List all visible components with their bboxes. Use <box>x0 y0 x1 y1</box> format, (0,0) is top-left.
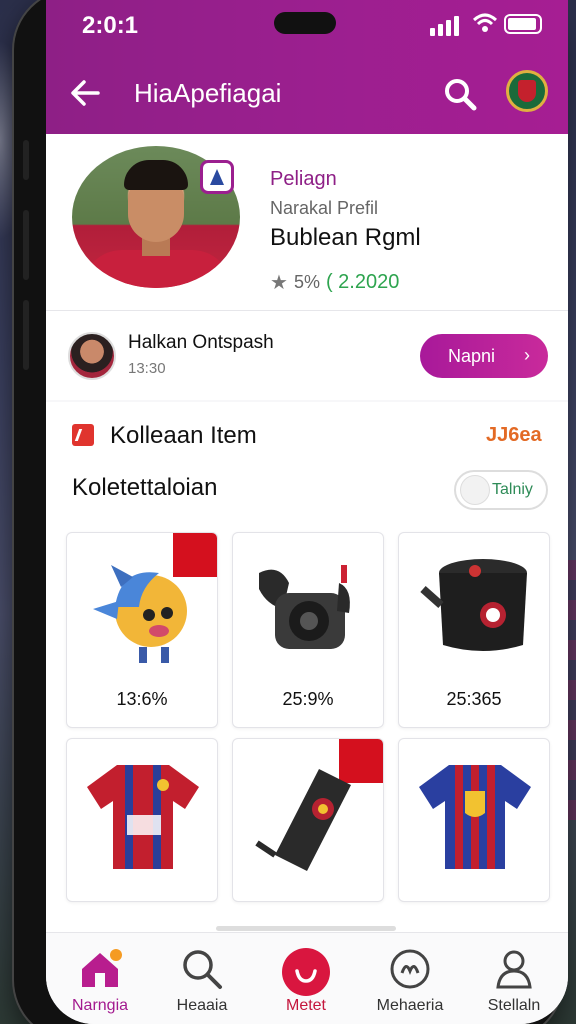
profile-name: Bublean Rgml <box>270 224 421 251</box>
star-icon: ★ <box>270 272 288 294</box>
mascot-figure-icon <box>93 565 187 663</box>
bottom-nav: Narngia Heaaia Metet Mehaeria Stellaln <box>46 932 568 1024</box>
seller-name[interactable]: Halkan Ontspash <box>128 332 274 354</box>
jersey-icon <box>87 765 199 869</box>
nav-item-history[interactable]: Mehaeria <box>360 943 460 1023</box>
toggle-label: Talniy <box>492 481 533 498</box>
wifi-icon <box>472 13 498 32</box>
action-button-label: Napni <box>448 345 496 366</box>
search-icon <box>183 950 222 989</box>
rating-text: 5% <box>293 272 320 292</box>
divider <box>46 310 568 311</box>
seller-time: 13:30 <box>128 360 166 377</box>
nav-label: Metet <box>285 997 326 1014</box>
nav-label: Narngia <box>71 997 129 1014</box>
scarf-icon <box>255 769 351 871</box>
profile-rating: ★ 5% ( 2.2020 <box>270 270 399 295</box>
chat-icon <box>282 948 330 996</box>
filter-toggle[interactable]: Talniy <box>454 470 548 510</box>
collection-count: JJ6ea <box>486 424 542 446</box>
collection-section: Kolleaan Item JJ6ea Koletettaloian Talni… <box>46 402 568 932</box>
signal-icon <box>430 14 459 36</box>
item-card-jersey[interactable] <box>66 738 218 902</box>
clock-icon <box>390 949 430 989</box>
profile-subtitle: Narakal Prefil <box>270 198 379 218</box>
item-card-jersey[interactable] <box>398 738 550 902</box>
rating-score: ( 2.2020 <box>325 271 400 293</box>
nav-label: Stellaln <box>487 997 541 1014</box>
nav-label: Heaaia <box>176 997 228 1014</box>
nav-item-profile[interactable]: Stellaln <box>464 943 564 1023</box>
collection-title: Kolleaan Item <box>110 422 257 449</box>
seller-avatar[interactable] <box>68 332 116 380</box>
item-price: 25:9% <box>282 689 334 709</box>
dynamic-island <box>274 12 336 34</box>
item-price: 13:6% <box>116 689 168 709</box>
back-arrow-icon[interactable] <box>68 76 102 110</box>
side-button <box>23 300 29 370</box>
home-icon <box>82 949 122 987</box>
side-button <box>23 140 29 180</box>
item-card-camera[interactable]: 25:9% <box>232 532 384 728</box>
page-title: HiaApefiagai <box>134 78 282 108</box>
item-price: 25:365 <box>446 689 502 709</box>
item-card-mascot[interactable]: 13:6% <box>66 532 218 728</box>
profile-icon <box>496 950 532 989</box>
club-crest-icon[interactable] <box>506 70 548 112</box>
search-icon[interactable] <box>442 76 478 112</box>
collection-icon <box>72 424 94 446</box>
jersey-icon <box>419 765 531 869</box>
side-button <box>23 210 29 280</box>
nav-item-search[interactable]: Heaaia <box>152 943 252 1023</box>
verified-badge-icon <box>200 160 234 194</box>
status-bar: 2:0:1 <box>46 0 568 50</box>
status-time: 2:0:1 <box>82 12 139 39</box>
phone-frame: 2:0:1 HiaApefiagai Peliagn Narakal Prefi… <box>14 0 568 1024</box>
battery-icon <box>504 14 542 34</box>
app-bar: HiaApefiagai <box>46 60 568 130</box>
toggle-knob <box>460 475 490 505</box>
collection-subtitle: Koletettaloian <box>72 474 218 501</box>
action-button[interactable]: Napni › <box>420 334 548 378</box>
bag-icon <box>420 559 527 651</box>
scroll-indicator <box>216 926 396 931</box>
nav-label: Mehaeria <box>376 997 444 1014</box>
camera-icon <box>259 565 350 649</box>
profile-kicker: Peliagn <box>270 168 337 190</box>
profile-card: Peliagn Narakal Prefil Bublean Rgml ★ 5%… <box>46 134 568 400</box>
nav-item-chat[interactable]: Metet <box>256 943 356 1023</box>
app-header: 2:0:1 HiaApefiagai <box>46 0 568 134</box>
app-screen: 2:0:1 HiaApefiagai Peliagn Narakal Prefi… <box>46 0 568 1024</box>
item-card-bag[interactable]: 25:365 <box>398 532 550 728</box>
nav-item-home[interactable]: Narngia <box>50 943 150 1023</box>
item-card-scarf[interactable] <box>232 738 384 902</box>
chevron-right-icon: › <box>524 345 530 365</box>
